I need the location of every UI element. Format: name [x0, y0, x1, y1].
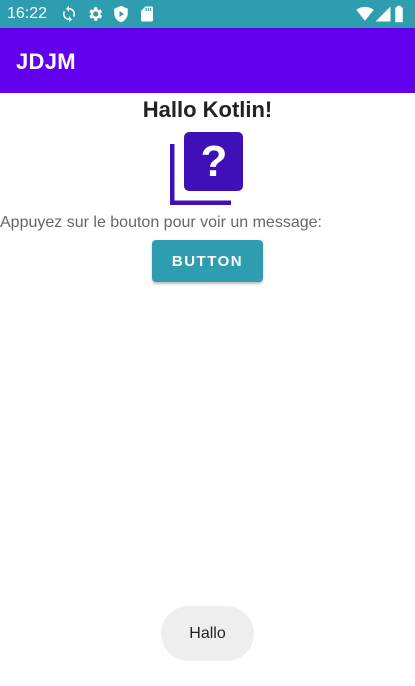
app-title: JDJM: [16, 49, 76, 74]
sync-icon: [63, 5, 75, 23]
wifi-icon: [356, 6, 374, 21]
svg-text:?: ?: [201, 137, 228, 186]
page-title: Hallo Kotlin!: [142, 97, 273, 122]
status-time: 16:22: [7, 5, 48, 22]
toast-message: Hallo: [161, 606, 254, 661]
settings-icon: [89, 7, 103, 21]
shield-play-icon: [114, 5, 128, 23]
app-bar: JDJM: [0, 28, 415, 93]
show-message-button[interactable]: Button: [152, 240, 263, 282]
help-question-icon: ?: [170, 132, 243, 205]
signal-icon: [375, 6, 391, 22]
instruction-text: Appuyez sur le bouton pour voir un messa…: [0, 214, 322, 231]
battery-icon: [395, 5, 403, 23]
status-bar: 16:22: [0, 0, 415, 28]
sd-card-icon: [141, 6, 153, 22]
